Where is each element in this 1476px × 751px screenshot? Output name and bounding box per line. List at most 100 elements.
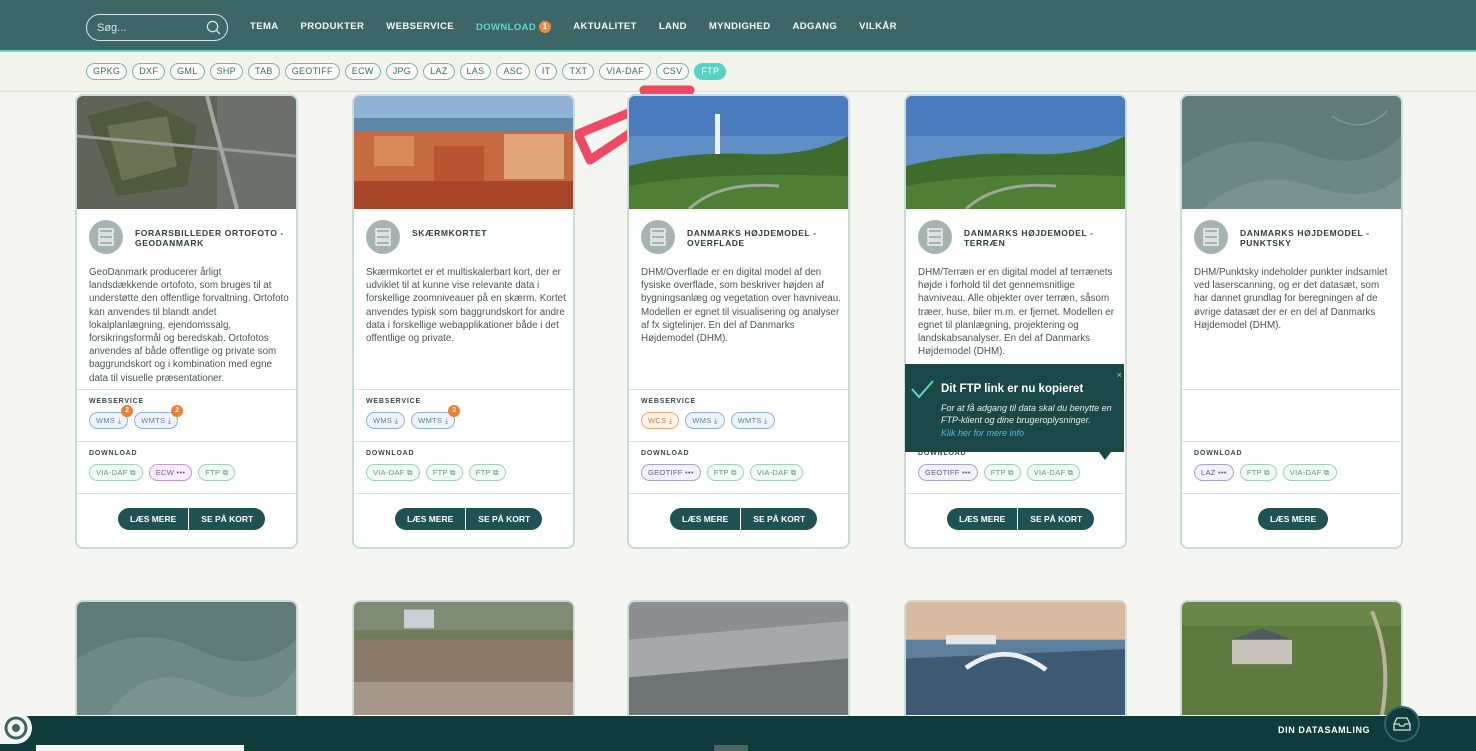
format-chip-ecw[interactable]: ECW	[344, 63, 381, 80]
nav-produkter[interactable]: PRODUKTER	[301, 21, 365, 33]
nav-webservice[interactable]: WEBSERVICE	[386, 21, 454, 33]
nav-aktualitet[interactable]: AKTUALITET	[573, 21, 637, 33]
checkmark-icon	[911, 380, 934, 399]
webservice-label: WEBSERVICE	[366, 398, 421, 405]
dataset-card[interactable]: DANMARKS HØJDEMODEL - PUNKTSKY DHM/Punkts…	[1180, 94, 1403, 549]
nav-tema[interactable]: TEMA	[250, 21, 279, 33]
search-box[interactable]	[86, 14, 228, 41]
data-collection-label[interactable]: DIN DATASAMLING	[1278, 725, 1370, 735]
see-on-map-button[interactable]: SE PÅ KORT	[466, 508, 543, 530]
card-image	[629, 96, 848, 209]
webservice-chip-label: WMTS ⤓	[737, 416, 768, 425]
download-chip[interactable]: ECW •••	[148, 464, 193, 481]
read-more-button[interactable]: LÆS MERE	[947, 508, 1019, 530]
webservice-chip[interactable]: WCS ⤓	[641, 412, 680, 429]
read-more-button[interactable]: LÆS MERE	[118, 508, 190, 530]
nav-land[interactable]: LAND	[659, 21, 687, 33]
webservice-section: WEBSERVICE WMS ⤓ WMTS ⤓ 3	[354, 389, 573, 441]
see-on-map-button[interactable]: SE PÅ KORT	[1018, 508, 1095, 530]
see-on-map-button[interactable]: SE PÅ KORT	[741, 508, 818, 530]
download-chip[interactable]: VIA-DAF ⧉	[749, 464, 804, 481]
format-chip-jpg[interactable]: JPG	[385, 63, 419, 80]
card-title: FORARSBILLEDER ORTOFOTO - GEODANMARK	[135, 228, 284, 248]
card-title: DANMARKS HØJDEMODEL - TERRÆN	[964, 228, 1094, 248]
webservice-label: WEBSERVICE	[641, 398, 696, 405]
download-label: DOWNLOAD	[1194, 450, 1243, 457]
webservice-chip[interactable]: WMTS ⤓ 3	[411, 405, 461, 429]
dataset-card[interactable]: DANMARKS HØJDEMODEL - TERRÆN DHM/Terræn e…	[904, 94, 1127, 549]
dataset-card[interactable]: DANMARKS HØJDEMODEL - OVERFLADE DHM/Overf…	[627, 94, 850, 549]
card-header: DANMARKS HØJDEMODEL - PUNKTSKY	[1194, 220, 1394, 254]
download-chip[interactable]: VIA-DAF ⧉	[1026, 464, 1081, 481]
format-chip-shp[interactable]: SHP	[209, 63, 243, 80]
card-description: DHM/Punktsky indeholder punkter indsamle…	[1194, 267, 1388, 331]
download-chip[interactable]: FTP ⧉	[425, 464, 463, 481]
card-title: DANMARKS HØJDEMODEL - OVERFLADE	[687, 228, 817, 248]
webservice-chip[interactable]: WMTS ⤓	[730, 412, 775, 429]
format-chip-it[interactable]: IT	[534, 63, 558, 80]
read-more-button[interactable]: LÆS MERE	[1258, 508, 1329, 530]
card-description: DHM/Terræn er en digital model af terræn…	[918, 267, 1115, 358]
toast-title: Dit FTP link er nu kopieret	[941, 383, 1084, 395]
see-on-map-button[interactable]: SE PÅ KORT	[189, 508, 266, 530]
card-description: DHM/Overflade er en digital model af den…	[641, 267, 841, 345]
format-filter-bar: GPKG DXF GML SHP TAB GEOTIFF ECW JPG LAZ LAS ASC IT…	[0, 54, 1476, 92]
search-input[interactable]	[97, 20, 207, 36]
download-chip[interactable]: VIA-DAF ⧉	[89, 464, 143, 481]
nav-vilkar[interactable]: VILKÅR	[859, 21, 897, 33]
card-header: DANMARKS HØJDEMODEL - TERRÆN	[918, 220, 1118, 254]
nav-myndighed[interactable]: MYNDIGHED	[709, 21, 771, 33]
download-label: DOWNLOAD	[366, 450, 415, 457]
webservice-chip-label: WMS ⤓	[96, 416, 122, 425]
server-icon	[89, 220, 123, 254]
card-image	[354, 96, 573, 209]
close-icon[interactable]: ×	[1117, 370, 1122, 380]
webservice-chip[interactable]: WMTS ⤓ 2	[134, 405, 184, 429]
logo-icon[interactable]	[0, 712, 32, 744]
nav-download[interactable]: DOWNLOAD 1	[476, 21, 552, 33]
top-navigation-bar: TEMA PRODUKTER WEBSERVICE DOWNLOAD1 AKTU…	[0, 0, 1476, 52]
format-chip-dxf[interactable]: DXF	[132, 63, 166, 80]
webservice-chip[interactable]: WMS ⤓	[366, 412, 406, 429]
nav-download-label: DOWNLOAD	[476, 22, 537, 33]
card-header: DANMARKS HØJDEMODEL - OVERFLADE	[641, 220, 841, 254]
card-title: SKÆRMKORTET	[412, 228, 488, 238]
format-chip-asc[interactable]: ASC	[496, 63, 530, 80]
server-icon	[366, 220, 400, 254]
read-more-button[interactable]: LÆS MERE	[670, 508, 742, 530]
download-chip[interactable]: VIA-DAF ⧉	[366, 464, 420, 481]
toast-info-link[interactable]: Klik her for mere info	[941, 428, 1024, 438]
format-chip-laz[interactable]: LAZ	[423, 63, 455, 80]
download-chip[interactable]: FTP ⧉	[468, 464, 506, 481]
download-chip[interactable]: GEOTIFF •••	[918, 464, 978, 481]
card-image	[1182, 602, 1401, 715]
divider	[1182, 493, 1401, 494]
download-chip[interactable]: VIA-DAF ⧉	[1282, 464, 1337, 481]
format-chip-tab[interactable]: TAB	[247, 63, 280, 80]
download-chip[interactable]: GEOTIFF •••	[641, 464, 701, 481]
webservice-chip[interactable]: WMS ⤓	[685, 412, 725, 429]
dataset-card[interactable]: FORARSBILLEDER ORTOFOTO - GEODANMARK GeoD…	[75, 94, 298, 549]
card-image	[629, 602, 848, 715]
download-chip[interactable]: FTP ⧉	[706, 464, 744, 481]
download-chip[interactable]: LAZ •••	[1194, 464, 1234, 481]
dataset-card[interactable]: SKÆRMKORTET Skærmkortet er et multiskaler…	[352, 94, 575, 549]
webservice-section: WEBSERVICE WMS ⤓ 2 WMTS ⤓ 2	[77, 389, 296, 441]
webservice-chip-label: WMTS ⤓	[418, 416, 449, 425]
format-chip-las[interactable]: LAS	[459, 63, 492, 80]
card-description: GeoDanmark producerer årligt landsdækken…	[89, 267, 289, 384]
webservice-label: WEBSERVICE	[89, 398, 144, 405]
format-chip-geotiff[interactable]: GEOTIFF	[284, 63, 340, 80]
webservice-chip[interactable]: WMS ⤓ 2	[89, 405, 134, 429]
download-chip[interactable]: FTP ⧉	[983, 464, 1021, 481]
download-chip[interactable]: FTP ⧉	[1239, 464, 1277, 481]
format-chip-gml[interactable]: GML	[170, 63, 205, 80]
data-collection-tray-icon[interactable]	[1384, 706, 1420, 742]
card-title: DANMARKS HØJDEMODEL - PUNKTSKY	[1240, 228, 1370, 248]
webservice-chip-label: WCS ⤓	[648, 416, 673, 425]
read-more-button[interactable]: LÆS MERE	[395, 508, 467, 530]
format-chip-gpkg[interactable]: GPKG	[86, 63, 128, 80]
search-icon[interactable]	[206, 20, 221, 35]
nav-adgang[interactable]: ADGANG	[793, 21, 838, 33]
download-chip[interactable]: FTP ⧉	[198, 464, 236, 481]
